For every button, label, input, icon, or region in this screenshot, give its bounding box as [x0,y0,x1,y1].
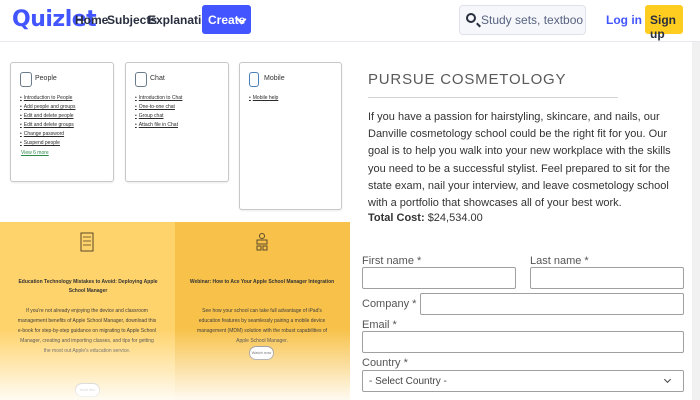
mobile-help-card: Mobile Mobile help [239,62,342,210]
help-link[interactable]: Edit and delete people [20,112,75,121]
help-link[interactable]: Suspend people [20,139,75,148]
nav-home-link[interactable]: Home [75,13,108,27]
chat-help-card: Chat Introduction to Chat One-to-one cha… [125,62,229,182]
email-label: Email * [362,319,397,331]
total-cost: Total Cost: $24,534.00 [368,212,483,224]
person-icon [20,72,32,87]
help-link[interactable]: Add people and groups [20,103,76,112]
help-link[interactable]: Attach file in Chat [135,121,182,130]
help-link[interactable]: Introduction to Chat [135,94,183,103]
help-link[interactable]: Mobile help [249,94,279,103]
card-title: Chat [150,75,165,82]
fade-overlay [0,329,350,400]
signup-button[interactable]: Sign up [645,5,683,41]
company-field[interactable] [420,293,684,315]
mobile-icon [249,72,259,87]
last-name-label: Last name * [530,255,589,267]
help-link[interactable]: One-to-one chat [135,103,182,112]
program-description: If you have a passion for hairstyling, s… [368,111,671,210]
email-field[interactable] [362,331,684,353]
search-icon [466,13,476,23]
help-link[interactable]: Group chat [135,112,182,121]
login-link[interactable]: Log in [606,13,642,27]
document-list-icon [80,232,94,252]
create-button[interactable]: Create [202,5,251,34]
search-input[interactable] [481,11,583,29]
country-label: Country * [362,357,408,369]
country-selected-value: - Select Country - [369,376,447,387]
last-name-field[interactable] [530,267,684,289]
promo-title: Webinar: How to Ace Your Apple School Ma… [189,279,335,285]
card-title: People [35,75,57,82]
cost-value: $24,534.00 [427,212,483,224]
program-panel: PURSUE COSMETOLOGY If you have a passion… [350,42,700,400]
people-link-list: Introduction to People Add people and gr… [20,94,76,148]
first-name-label: First name * [362,255,422,267]
classroom-icon [256,233,268,251]
help-center-panel: People Introduction to People Add people… [0,42,350,400]
help-link[interactable]: Change password [20,130,75,139]
promo-title: Education Technology Mistakes to Avoid: … [18,279,158,294]
page-scrollbar[interactable] [692,42,700,400]
chevron-down-icon [663,375,672,384]
country-select[interactable]: - Select Country - [362,370,684,392]
top-navbar: Quizlet Home Subjects Explanations Creat… [0,0,700,42]
help-link[interactable]: Edit and delete groups [20,121,75,130]
mobile-link-list: Mobile help [249,94,279,103]
title-divider [368,97,618,98]
first-name-field[interactable] [362,267,516,289]
view-more-link[interactable]: View 6 more [21,150,49,156]
company-label: Company * [362,298,417,310]
search-box[interactable] [459,5,586,35]
people-help-card: People Introduction to People Add people… [10,62,114,182]
chat-icon [135,72,147,87]
cost-label: Total Cost: [368,212,425,224]
card-title: Mobile [264,75,285,82]
page-title: PURSUE COSMETOLOGY [368,71,567,88]
help-link[interactable]: Introduction to People [20,94,75,103]
chat-link-list: Introduction to Chat One-to-one chat Gro… [135,94,183,130]
